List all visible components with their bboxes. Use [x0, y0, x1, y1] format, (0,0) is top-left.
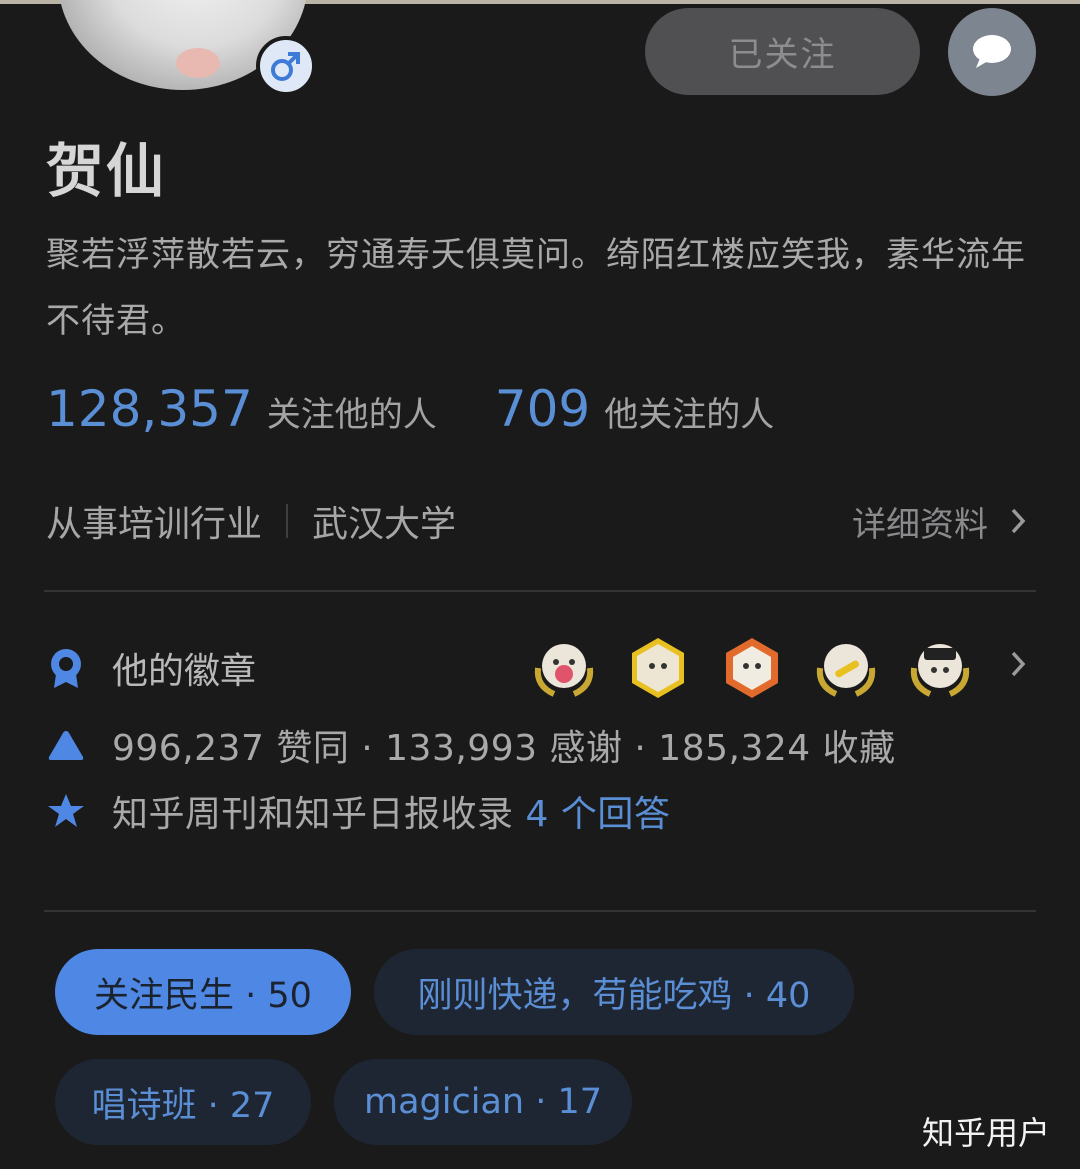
info-divider [286, 504, 289, 538]
featured-prefix: 知乎周刊和知乎日报收录 [112, 794, 514, 835]
followers-count[interactable]: 128,357 [46, 380, 253, 438]
following-label[interactable]: 他关注的人 [604, 387, 774, 436]
tag-chip[interactable]: 唱诗班 · 27 [55, 1059, 311, 1145]
chevron-right-icon [1011, 651, 1026, 677]
message-button[interactable] [948, 8, 1036, 96]
badges-label: 他的徽章 [112, 651, 257, 692]
user-name: 贺仙 [46, 137, 167, 205]
tag-chip[interactable]: 关注民生 · 50 [55, 949, 351, 1035]
triangle-icon [48, 731, 84, 760]
male-gender-icon [256, 36, 316, 96]
medal-icon [532, 636, 596, 700]
badge-medals [532, 638, 1002, 698]
industry-text: 从事培训行业 [46, 504, 263, 545]
chevron-right-icon [1011, 508, 1026, 534]
badges-row[interactable]: 他的徽章 [46, 638, 1036, 698]
votes-text: 996,237 赞同 · 133,993 感谢 · 185,324 收藏 [112, 728, 896, 769]
paw-image-detail [176, 48, 220, 78]
profile-page: 已关注 贺仙 聚若浮萍散若云，穷通寿夭俱莫问。绮陌红楼应笑我，素华流年不待君。 … [0, 0, 1080, 1169]
tag-chip[interactable]: magician · 17 [334, 1059, 632, 1145]
medal-icon [908, 636, 972, 700]
featured-count[interactable]: 4 个回答 [525, 794, 670, 835]
tag-chip[interactable]: 刚则快递，苟能吃鸡 · 40 [374, 949, 854, 1035]
medal-icon [814, 636, 878, 700]
school-text: 武汉大学 [312, 504, 457, 545]
divider [44, 590, 1036, 592]
badge-icon [51, 649, 81, 688]
follow-stats: 128,357 关注他的人 709 他关注的人 [46, 380, 774, 450]
user-bio: 聚若浮萍散若云，穷通寿夭俱莫问。绮陌红楼应笑我，素华流年不待君。 [46, 235, 1026, 341]
divider [44, 910, 1036, 912]
medal-icon [626, 636, 690, 700]
detail-profile-label: 详细资料 [852, 504, 988, 545]
featured-row[interactable]: 知乎周刊和知乎日报收录 4 个回答 [46, 786, 670, 836]
star-icon [48, 794, 84, 827]
watermark: 知乎用户 [921, 1114, 1050, 1152]
detail-profile-link[interactable]: 详细资料 [852, 496, 1026, 546]
chat-bubble-icon [973, 35, 1011, 68]
follow-button[interactable]: 已关注 [645, 8, 920, 95]
medal-icon [720, 636, 784, 700]
following-count[interactable]: 709 [495, 380, 590, 438]
votes-row: 996,237 赞同 · 133,993 感谢 · 185,324 收藏 [46, 720, 896, 770]
featured-text: 知乎周刊和知乎日报收录 4 个回答 [112, 785, 670, 837]
profile-info-row: 从事培训行业 武汉大学 详细资料 [46, 496, 1036, 546]
followers-label[interactable]: 关注他的人 [267, 387, 437, 436]
